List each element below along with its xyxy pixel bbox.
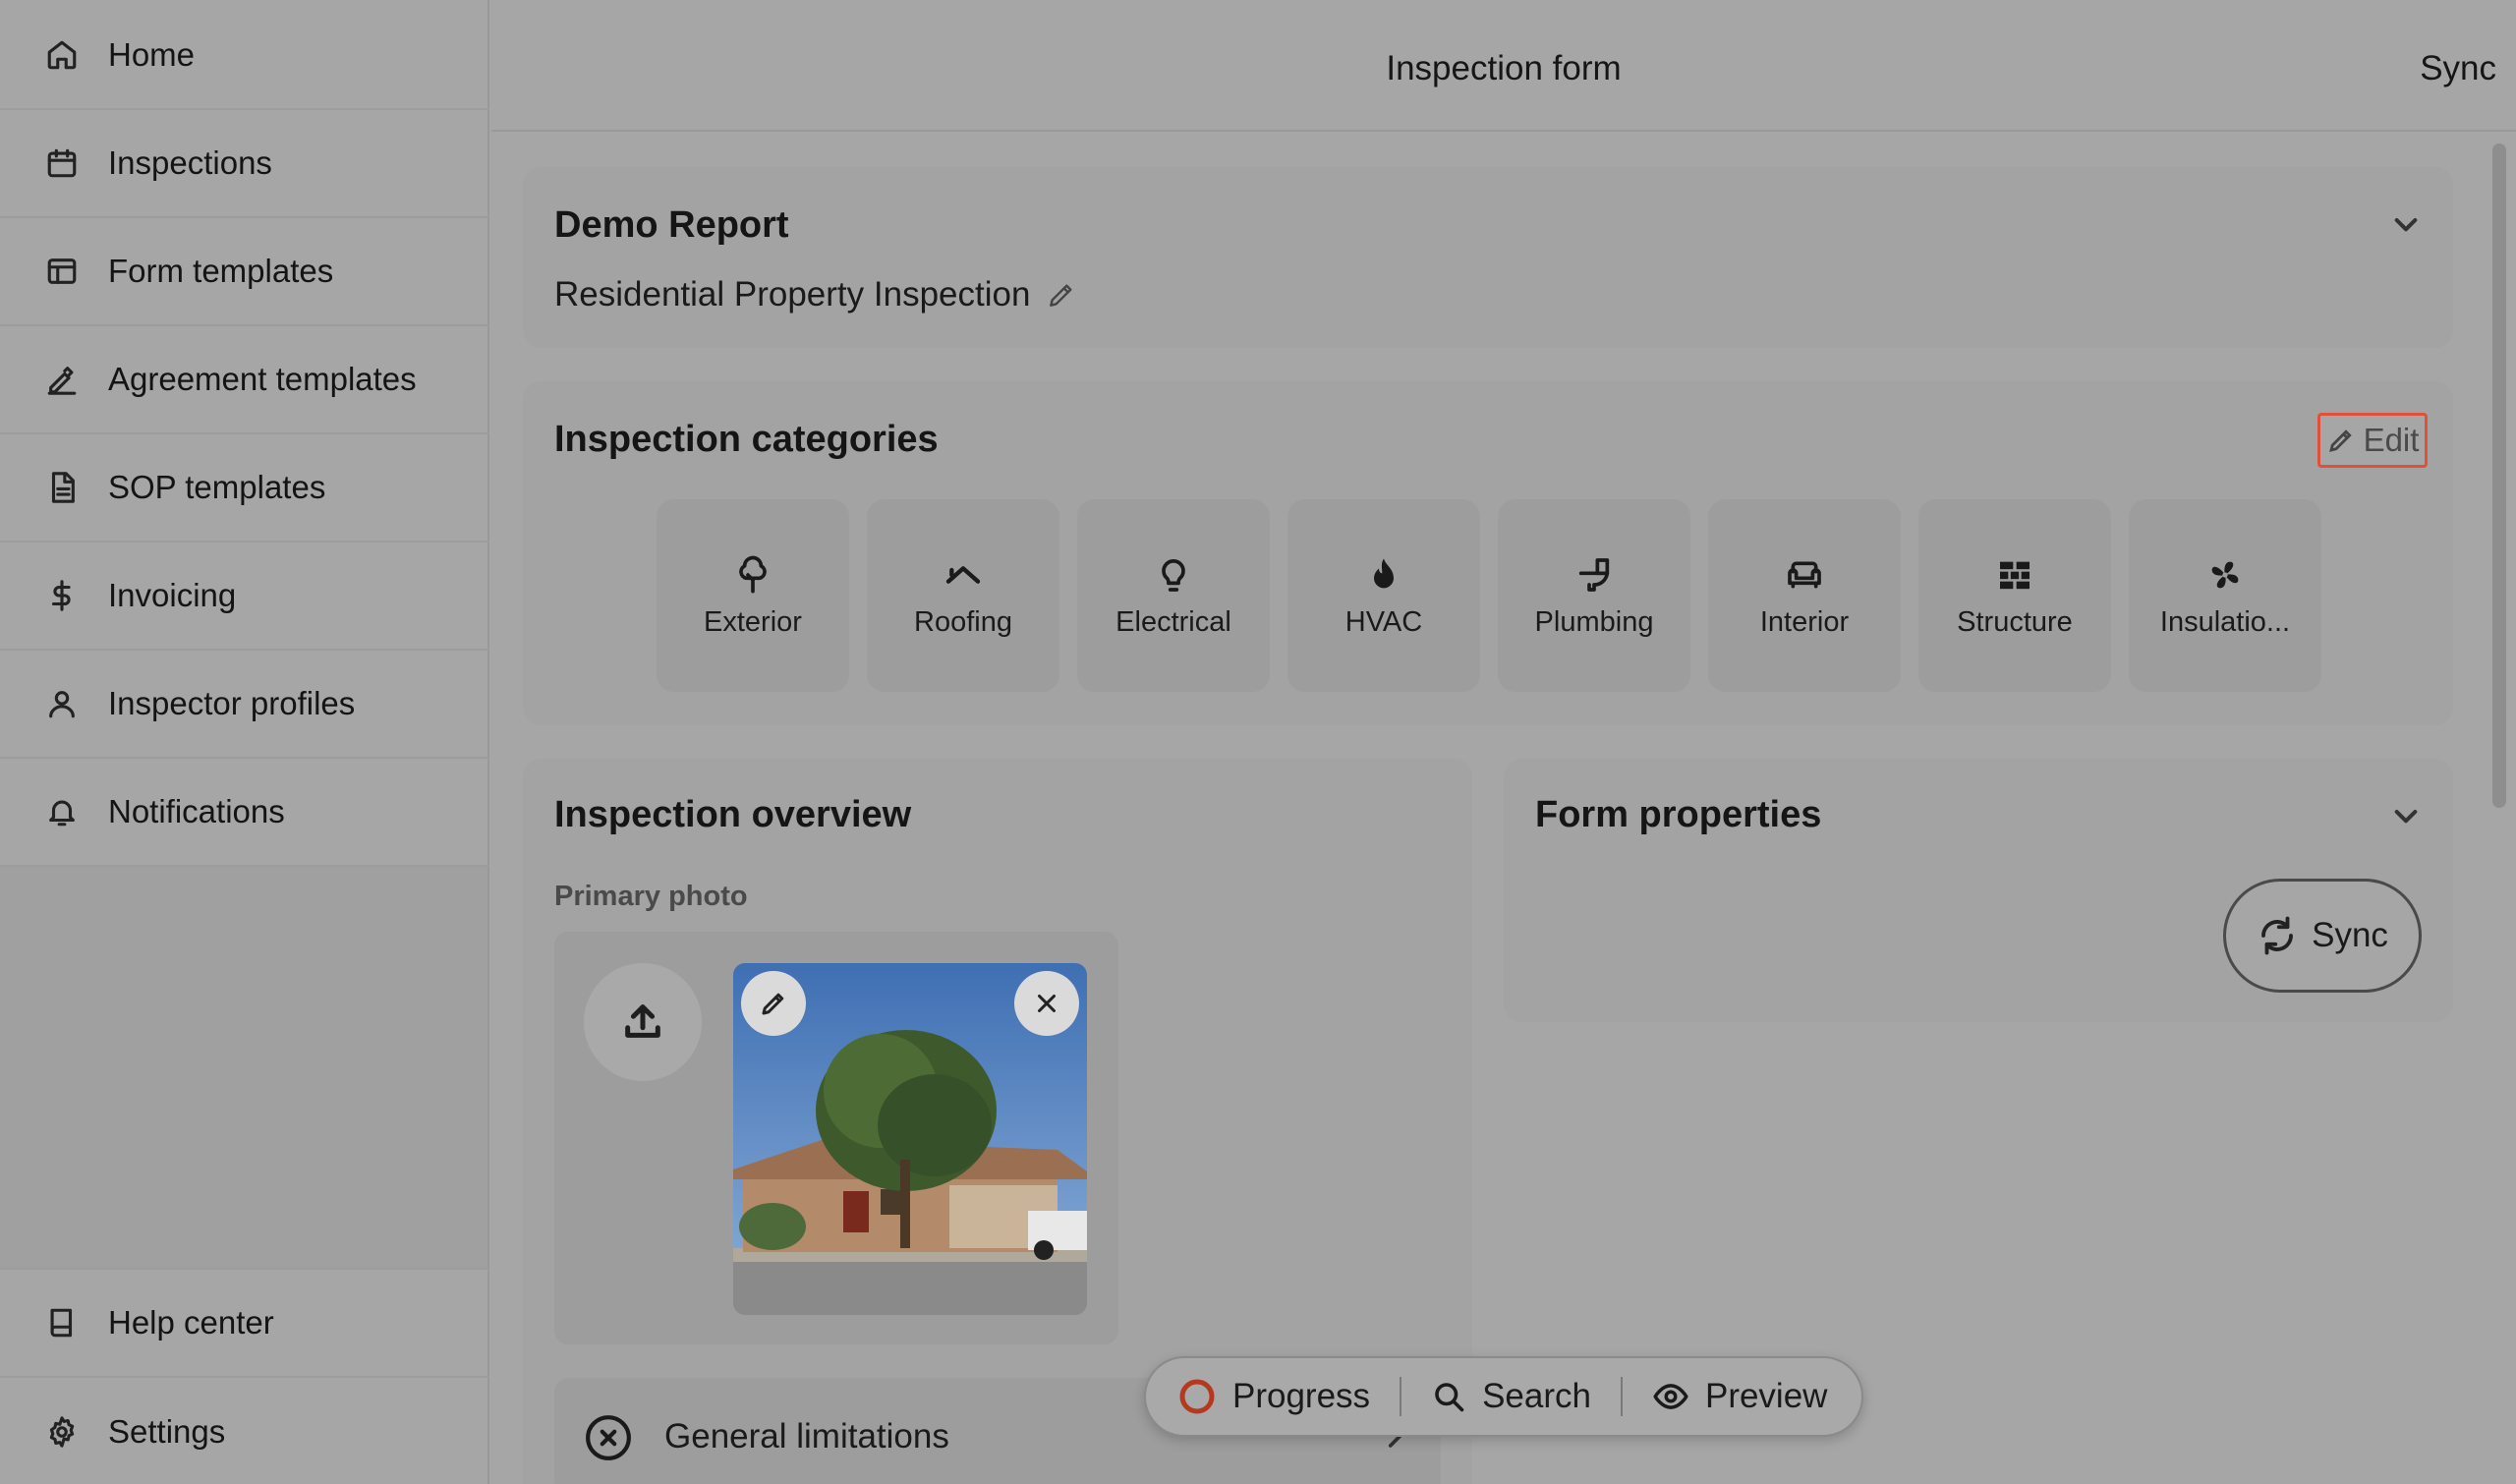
sidebar-item-label: Inspections bbox=[108, 144, 272, 181]
layout-icon bbox=[43, 253, 81, 290]
home-icon bbox=[43, 36, 81, 74]
bottom-action-bar: Progress Search Preview bbox=[1144, 1356, 1863, 1437]
category-label: Roofing bbox=[914, 605, 1012, 638]
category-plumbing[interactable]: Plumbing bbox=[1498, 499, 1690, 692]
sidebar-item-label: Form templates bbox=[108, 253, 334, 289]
document-icon bbox=[43, 469, 81, 506]
category-label: Exterior bbox=[704, 605, 802, 638]
form-properties-title: Form properties bbox=[1535, 794, 1822, 835]
tree-icon bbox=[733, 553, 772, 597]
sidebar-item-label: Inspector profiles bbox=[108, 685, 356, 721]
categories-title: Inspection categories bbox=[554, 419, 939, 460]
sidebar-item-label: Agreement templates bbox=[108, 361, 417, 397]
category-roofing[interactable]: Roofing bbox=[867, 499, 1059, 692]
x-circle-icon bbox=[584, 1413, 633, 1462]
sidebar-item-sop-templates[interactable]: SOP templates bbox=[0, 434, 489, 542]
gear-icon bbox=[43, 1413, 81, 1451]
category-label: Electrical bbox=[1115, 605, 1231, 638]
progress-ring-icon bbox=[1177, 1377, 1217, 1416]
sidebar-bottom-nav: Help center Settings bbox=[0, 1268, 489, 1484]
sidebar-nav: Home Inspections Form templates Agreemen… bbox=[0, 2, 489, 867]
edit-categories-button[interactable]: Edit bbox=[2317, 413, 2428, 468]
category-label: Plumbing bbox=[1534, 605, 1654, 638]
user-icon bbox=[43, 685, 81, 722]
sofa-icon bbox=[1785, 553, 1824, 597]
category-label: Interior bbox=[1759, 605, 1850, 638]
sidebar-item-inspector-profiles[interactable]: Inspector profiles bbox=[0, 651, 489, 759]
general-limitations-label: General limitations bbox=[664, 1417, 949, 1455]
category-label: HVAC bbox=[1344, 605, 1423, 638]
upload-icon bbox=[625, 1004, 660, 1038]
pencil-icon bbox=[2328, 429, 2352, 452]
flame-icon bbox=[1364, 553, 1403, 597]
dollar-icon bbox=[43, 577, 81, 614]
bell-icon bbox=[43, 793, 81, 830]
sync-label: Sync bbox=[2312, 916, 2388, 954]
refresh-icon bbox=[2261, 916, 2294, 955]
signature-icon bbox=[43, 361, 81, 398]
category-electrical[interactable]: Electrical bbox=[1077, 499, 1270, 692]
sidebar-item-label: Notifications bbox=[108, 793, 285, 829]
sidebar: Home Inspections Form templates Agreemen… bbox=[0, 0, 489, 1484]
overview-title: Inspection overview bbox=[554, 794, 912, 835]
edit-label: Edit bbox=[2363, 422, 2420, 458]
sidebar-item-settings[interactable]: Settings bbox=[0, 1378, 489, 1484]
sidebar-item-label: SOP templates bbox=[108, 469, 326, 505]
sidebar-item-agreement-templates[interactable]: Agreement templates bbox=[0, 326, 489, 434]
sidebar-item-label: Invoicing bbox=[108, 577, 237, 613]
category-hvac[interactable]: HVAC bbox=[1287, 499, 1480, 692]
sidebar-item-label: Settings bbox=[108, 1413, 226, 1450]
toilet-icon bbox=[1574, 553, 1614, 597]
bricks-icon bbox=[1995, 553, 2034, 597]
remove-photo-button[interactable] bbox=[1014, 971, 1079, 1036]
page-title: Inspection form bbox=[1386, 49, 1622, 87]
calendar-icon bbox=[43, 144, 81, 182]
chevron-down-icon[interactable] bbox=[2390, 800, 2422, 836]
primary-photo-label: Primary photo bbox=[554, 881, 748, 912]
sidebar-item-inspections[interactable]: Inspections bbox=[0, 110, 489, 218]
sidebar-item-form-templates[interactable]: Form templates bbox=[0, 218, 489, 326]
progress-button[interactable]: Progress bbox=[1146, 1377, 1400, 1416]
search-icon bbox=[1431, 1379, 1466, 1414]
form-sync-button[interactable]: Sync bbox=[2223, 879, 2422, 993]
progress-label: Progress bbox=[1232, 1377, 1371, 1415]
sidebar-item-help-center[interactable]: Help center bbox=[0, 1270, 489, 1378]
report-title: Demo Report bbox=[554, 204, 789, 246]
report-subtitle: Residential Property Inspection bbox=[554, 275, 1031, 314]
category-label: Insulatio... bbox=[2159, 605, 2291, 638]
category-exterior[interactable]: Exterior bbox=[657, 499, 849, 692]
category-label: Structure bbox=[1957, 605, 2073, 638]
eye-icon bbox=[1652, 1378, 1689, 1415]
book-icon bbox=[43, 1304, 81, 1341]
lightbulb-icon bbox=[1154, 553, 1193, 597]
house-photo[interactable] bbox=[733, 963, 1087, 1315]
upload-photo-button[interactable] bbox=[584, 963, 702, 1081]
sidebar-item-invoicing[interactable]: Invoicing bbox=[0, 542, 489, 651]
report-subtitle-row: Residential Property Inspection bbox=[554, 275, 1077, 314]
close-icon bbox=[1038, 995, 1056, 1012]
edit-photo-button[interactable] bbox=[741, 971, 806, 1036]
scrollbar-thumb[interactable] bbox=[2492, 143, 2506, 808]
sidebar-item-label: Home bbox=[108, 36, 196, 73]
sidebar-item-label: Help center bbox=[108, 1304, 274, 1341]
sidebar-item-home[interactable]: Home bbox=[0, 2, 489, 110]
roof-icon bbox=[944, 553, 983, 597]
sidebar-item-notifications[interactable]: Notifications bbox=[0, 759, 489, 867]
category-insulation[interactable]: Insulatio... bbox=[2129, 499, 2321, 692]
category-structure[interactable]: Structure bbox=[1918, 499, 2111, 692]
report-card: Demo Report Residential Property Inspect… bbox=[523, 167, 2453, 348]
search-label: Search bbox=[1482, 1377, 1591, 1415]
fan-icon bbox=[2205, 553, 2245, 597]
header-sync-button[interactable]: Sync bbox=[2420, 49, 2496, 88]
category-interior[interactable]: Interior bbox=[1708, 499, 1901, 692]
pencil-icon bbox=[762, 993, 784, 1015]
preview-label: Preview bbox=[1704, 1377, 1828, 1415]
top-header: Inspection form Sync bbox=[491, 0, 2516, 132]
search-button[interactable]: Search bbox=[1401, 1377, 1621, 1416]
chevron-down-icon[interactable] bbox=[2390, 208, 2422, 245]
sidebar-spacer bbox=[0, 867, 487, 1268]
preview-button[interactable]: Preview bbox=[1623, 1377, 1827, 1416]
pencil-icon[interactable] bbox=[1046, 279, 1077, 311]
